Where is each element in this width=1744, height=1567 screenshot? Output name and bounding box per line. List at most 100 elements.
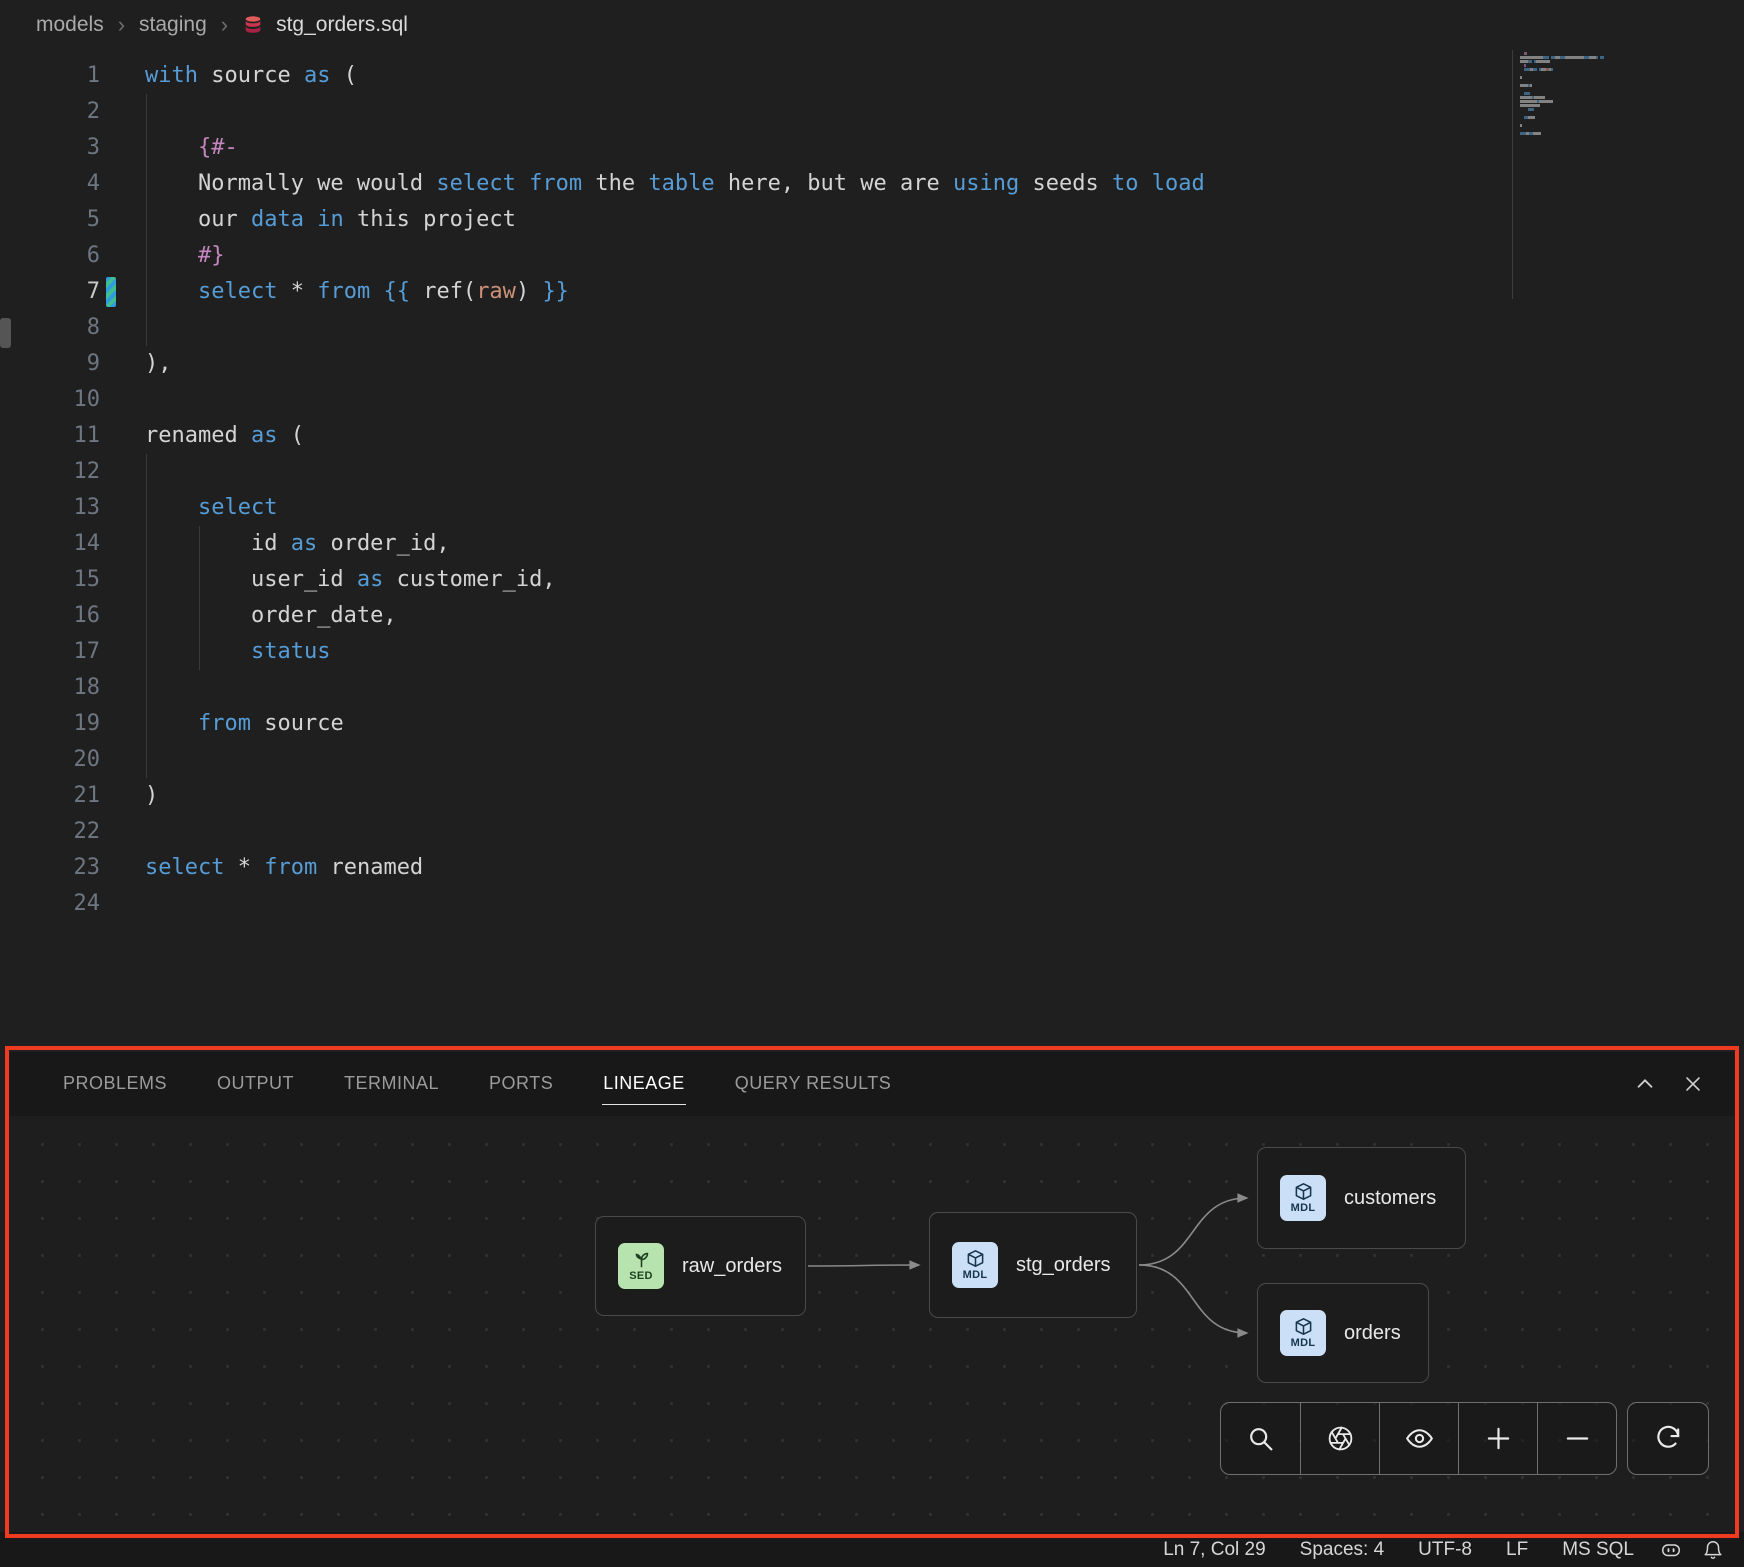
line-number: 10	[12, 382, 100, 418]
code-line[interactable]: 3 {#-	[12, 130, 1744, 166]
code-line[interactable]: 21)	[12, 778, 1744, 814]
eye-icon	[1405, 1424, 1434, 1453]
search-button[interactable]	[1221, 1403, 1300, 1474]
model-icon	[966, 1249, 985, 1268]
panel-tabs: PROBLEMS OUTPUT TERMINAL PORTS LINEAGE QUERY …	[62, 1052, 940, 1116]
line-number: 12	[12, 454, 100, 490]
indent-guide	[146, 670, 147, 706]
code-line[interactable]: 15 user_id as customer_id,	[12, 562, 1744, 598]
lineage-toolbar-extra	[1627, 1402, 1709, 1475]
code-line[interactable]: 7 select * from {{ ref(raw) }}	[12, 274, 1744, 310]
code-line[interactable]: 13 select	[12, 490, 1744, 526]
code-line[interactable]: 20	[12, 742, 1744, 778]
panel-close-button[interactable]	[1682, 1073, 1704, 1095]
indent-guide	[146, 742, 147, 778]
lineage-node-customers[interactable]: MDLcustomers	[1257, 1147, 1466, 1249]
left-strip-marker	[0, 318, 11, 348]
node-type-badge: MDL	[1291, 1338, 1316, 1349]
lineage-edge-stg_orders-to-orders	[1139, 1265, 1247, 1333]
indent-guide	[146, 130, 147, 166]
breadcrumb-item[interactable]: models	[36, 13, 104, 37]
node-label: stg_orders	[1016, 1254, 1111, 1277]
zoom-out-button[interactable]	[1537, 1403, 1616, 1474]
code-text: ),	[145, 346, 172, 382]
indent-guide	[199, 526, 200, 562]
indent-guide	[146, 274, 147, 310]
code-line[interactable]: 19 from source	[12, 706, 1744, 742]
lineage-canvas[interactable]: SEDraw_orders MDLstg_orders MDLcustomers…	[10, 1116, 1734, 1532]
code-text: renamed as (	[145, 418, 304, 454]
panel-tab-problems[interactable]: PROBLEMS	[62, 1064, 168, 1105]
line-number: 8	[12, 310, 100, 346]
code-line[interactable]: 24	[12, 886, 1744, 922]
zoom-in-icon	[1484, 1424, 1513, 1453]
code-text: select	[145, 490, 277, 526]
status-cursor-position[interactable]: Ln 7, Col 29	[1163, 1539, 1265, 1561]
code-editor[interactable]: 1 with source as ( 23 {#-4 Normally we wou…	[12, 50, 1744, 1052]
notifications-bell-button[interactable]	[1702, 1539, 1724, 1561]
code-text: with source as (	[145, 58, 357, 94]
code-line[interactable]: 16 order_date,	[12, 598, 1744, 634]
refresh-button[interactable]	[1628, 1403, 1708, 1474]
lineage-edge-stg_orders-to-customers	[1139, 1198, 1247, 1265]
code-line[interactable]: 17 status	[12, 634, 1744, 670]
status-encoding[interactable]: UTF-8	[1418, 1539, 1472, 1561]
code-text: order_date,	[145, 598, 397, 634]
left-gutter-strip	[0, 50, 12, 1050]
code-line[interactable]: 2	[12, 94, 1744, 130]
code-line[interactable]: 5 our data in this project	[12, 202, 1744, 238]
code-line[interactable]: 10	[12, 382, 1744, 418]
panel-tab-lineage[interactable]: LINEAGE	[602, 1064, 686, 1105]
indent-guide	[146, 454, 147, 490]
aperture-button[interactable]	[1300, 1403, 1379, 1474]
line-number: 24	[12, 886, 100, 922]
copilot-icon	[1660, 1539, 1682, 1561]
code-line[interactable]: 4 Normally we would select from the tabl…	[12, 166, 1744, 202]
panel-tab-query-results[interactable]: QUERY RESULTS	[734, 1064, 893, 1105]
breadcrumb: models›staging› stg_orders.sql	[0, 0, 1744, 50]
code-line[interactable]: 12	[12, 454, 1744, 490]
status-language-mode[interactable]: MS SQL	[1562, 1539, 1634, 1561]
line-number: 2	[12, 94, 100, 130]
lineage-node-orders[interactable]: MDLorders	[1257, 1283, 1429, 1383]
lineage-node-raw_orders[interactable]: SEDraw_orders	[595, 1216, 806, 1316]
code-text: #}	[145, 238, 224, 274]
search-icon	[1246, 1424, 1275, 1453]
code-line[interactable]: 9),	[12, 346, 1744, 382]
status-eol[interactable]: LF	[1506, 1539, 1528, 1561]
code-line[interactable]: 23select * from renamed	[12, 850, 1744, 886]
line-number: 20	[12, 742, 100, 778]
line-number: 1	[12, 58, 100, 94]
minimap-edge	[1512, 44, 1513, 299]
code-line[interactable]: 8	[12, 310, 1744, 346]
indent-guide	[146, 202, 147, 238]
lineage-node-stg_orders[interactable]: MDL stg_orders	[929, 1212, 1137, 1318]
status-indentation[interactable]: Spaces: 4	[1300, 1539, 1385, 1561]
panel-tab-terminal[interactable]: TERMINAL	[343, 1064, 440, 1105]
line-number: 4	[12, 166, 100, 202]
model-icon	[1294, 1182, 1313, 1201]
minimap[interactable]	[1520, 44, 1696, 140]
node-label: customers	[1344, 1187, 1436, 1210]
node-type-badge: MDL	[963, 1270, 988, 1281]
panel-tabbar: PROBLEMS OUTPUT TERMINAL PORTS LINEAGE QUERY …	[10, 1052, 1734, 1116]
panel-tab-output[interactable]: OUTPUT	[216, 1064, 295, 1105]
code-line[interactable]: 18	[12, 670, 1744, 706]
breadcrumb-item[interactable]: staging	[139, 13, 207, 37]
code-line[interactable]: 14 id as order_id,	[12, 526, 1744, 562]
copilot-status-button[interactable]	[1660, 1539, 1682, 1561]
code-line[interactable]: 22	[12, 814, 1744, 850]
breadcrumb-item[interactable]: stg_orders.sql	[276, 13, 408, 37]
code-line[interactable]: 1 with source as (	[12, 58, 1744, 94]
code-line[interactable]: 6 #}	[12, 238, 1744, 274]
indent-guide	[199, 634, 200, 670]
panel-maximize-button[interactable]	[1634, 1073, 1656, 1095]
model-icon	[1294, 1317, 1313, 1336]
eye-button[interactable]	[1379, 1403, 1458, 1474]
panel-tab-ports[interactable]: PORTS	[488, 1064, 554, 1105]
zoom-in-button[interactable]	[1458, 1403, 1537, 1474]
code-line[interactable]: 11renamed as (	[12, 418, 1744, 454]
editor-lines: 1 with source as ( 23 {#-4 Normally we wou…	[12, 58, 1744, 922]
bell-icon	[1702, 1539, 1724, 1561]
bottom-panel: PROBLEMS OUTPUT TERMINAL PORTS LINEAGE QUERY …	[10, 1052, 1734, 1532]
